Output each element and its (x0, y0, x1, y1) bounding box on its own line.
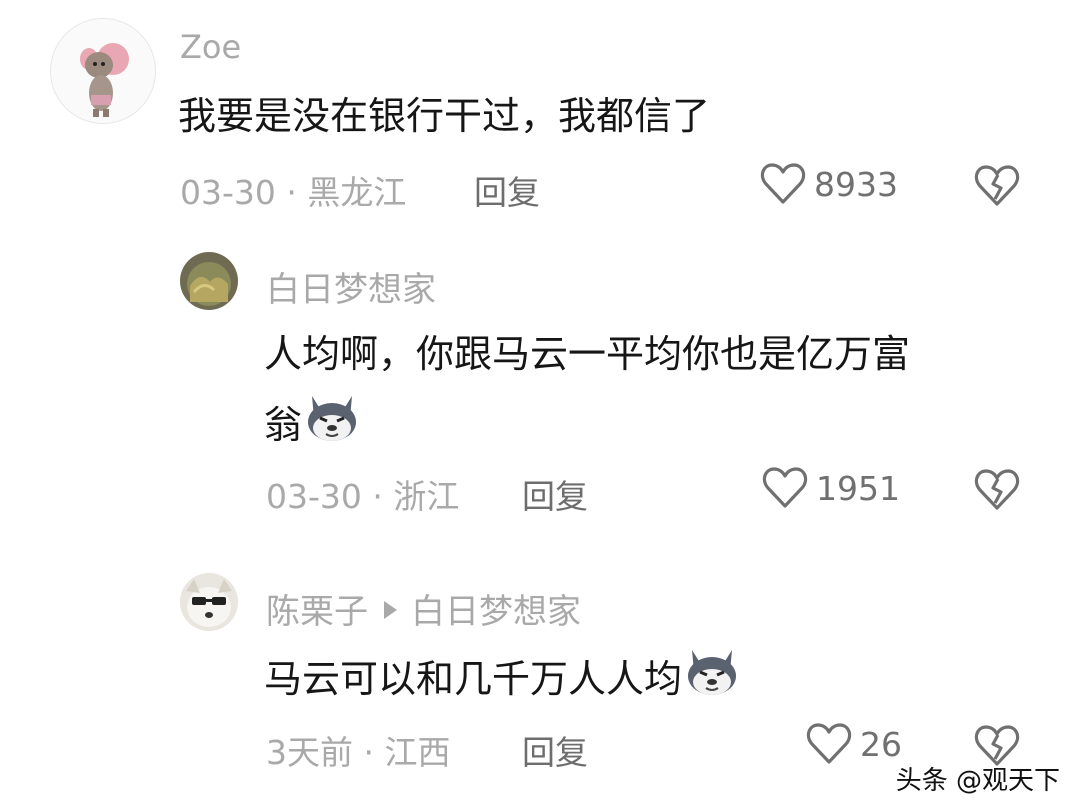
comment-meta: 03-30 · 黑龙江 (180, 166, 406, 214)
avatar-zoe[interactable] (50, 18, 156, 124)
comment-username-line: 陈栗子 白日梦想家 (266, 584, 581, 633)
reply-button[interactable]: 回复 (522, 726, 588, 774)
comment-location: 江西 (384, 733, 451, 772)
reply-button[interactable]: 回复 (474, 166, 540, 214)
meta-separator: · (363, 733, 375, 772)
like-count: 1951 (816, 468, 900, 508)
broken-heart-icon (974, 165, 1020, 206)
comment-text: 我要是没在银行干过，我都信了 (178, 94, 711, 138)
comment-text: 马云可以和几千万人人均 (264, 646, 740, 707)
comment-text-line2: 翁 (264, 392, 360, 453)
husky-emoji-icon (308, 396, 357, 441)
heart-outline-icon (806, 723, 852, 764)
like-count: 8933 (814, 164, 898, 204)
comment-location: 浙江 (393, 477, 460, 516)
comment-location: 黑龙江 (307, 173, 407, 212)
like-count: 26 (860, 724, 902, 764)
dog-photo-avatar-icon (180, 573, 238, 631)
avatar-dreamer[interactable] (180, 252, 238, 310)
dislike-button[interactable] (974, 164, 1020, 212)
comment-text-content: 马云可以和几千万人人均 (264, 657, 683, 701)
mouse-avatar-icon (51, 19, 155, 123)
comment-text-line1: 人均啊，你跟马云一平均你也是亿万富 (264, 332, 911, 376)
comment-username[interactable]: 陈栗子 (266, 592, 368, 632)
heart-outline-icon (760, 163, 806, 204)
photo-avatar-icon (180, 252, 238, 310)
reply-to-username[interactable]: 白日梦想家 (411, 592, 581, 632)
meta-separator: · (372, 477, 383, 516)
comment-date: 3天前 (266, 733, 353, 772)
like-button[interactable]: 1951 (762, 466, 900, 510)
husky-emoji-icon (688, 650, 737, 695)
meta-separator: · (286, 173, 297, 212)
comment-meta: 03-30 · 浙江 (266, 470, 459, 518)
avatar-chenlizi[interactable] (180, 573, 238, 631)
like-button[interactable]: 26 (806, 722, 902, 766)
watermark: 头条 @观天下 (895, 766, 1060, 796)
comment-date: 03-30 (180, 173, 276, 212)
heart-outline-icon (762, 467, 808, 508)
like-button[interactable]: 8933 (760, 162, 898, 206)
reply-button[interactable]: 回复 (522, 470, 588, 518)
comment-username[interactable]: Zoe (180, 28, 241, 66)
comment-meta: 3天前 · 江西 (266, 726, 451, 774)
comment-text-line2-text: 翁 (264, 403, 303, 447)
dislike-button[interactable] (974, 468, 1020, 516)
broken-heart-icon (974, 469, 1020, 510)
comment-date: 03-30 (266, 477, 362, 516)
comment-username[interactable]: 白日梦想家 (266, 262, 436, 311)
reply-arrow-icon (384, 601, 397, 619)
